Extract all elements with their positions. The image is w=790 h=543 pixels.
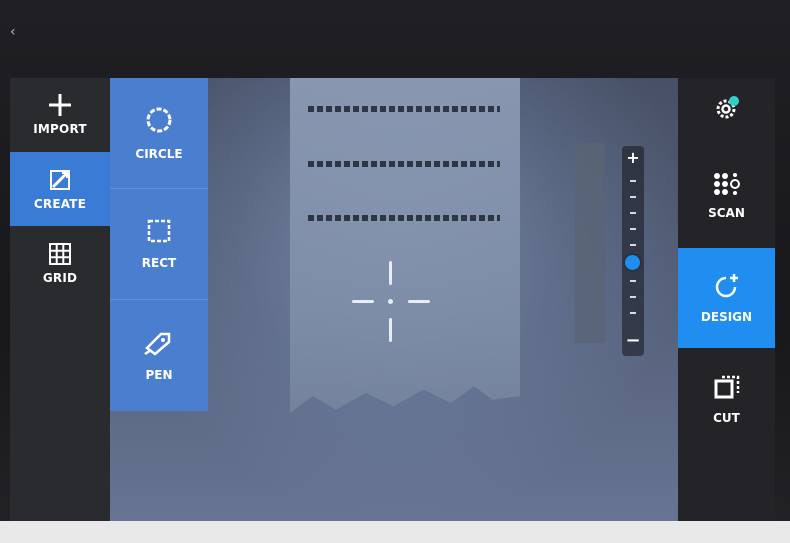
bezel-bottom-edge xyxy=(0,521,790,543)
tool-pen[interactable]: PEN xyxy=(110,300,208,410)
nav-scan[interactable]: SCAN xyxy=(678,146,775,246)
zoom-in-button[interactable]: + xyxy=(622,148,644,167)
zoom-tick xyxy=(630,212,636,214)
create-tools-panel: CIRCLE RECT PEN xyxy=(110,78,208,411)
shape-edit-icon xyxy=(47,167,73,193)
zoom-tick xyxy=(630,312,636,314)
nav-create[interactable]: CREATE xyxy=(10,152,110,226)
crosshair-top-arm xyxy=(389,261,392,285)
grid-icon xyxy=(47,241,73,267)
zoom-tick xyxy=(630,196,636,198)
nav-design-label: DESIGN xyxy=(700,310,753,324)
design-icon xyxy=(713,272,741,304)
scan-icon xyxy=(713,172,741,200)
zoom-tick xyxy=(630,244,636,246)
background-object xyxy=(575,143,605,343)
nav-create-label: CREATE xyxy=(33,197,87,211)
right-nav: SCAN DESIGN CUT xyxy=(678,78,775,523)
crosshair-right-arm xyxy=(408,300,430,303)
material-sheet xyxy=(290,78,520,413)
tool-rect-label: RECT xyxy=(141,256,177,270)
plus-icon xyxy=(47,92,73,118)
pen-icon xyxy=(143,328,175,360)
zoom-out-button[interactable]: − xyxy=(622,330,644,351)
crosshair-center xyxy=(388,299,393,304)
crosshair-bottom-arm xyxy=(389,318,392,342)
tool-circle-label: CIRCLE xyxy=(135,147,183,161)
nav-cut-label: CUT xyxy=(713,411,740,425)
rectangle-icon xyxy=(146,218,172,248)
zoom-slider-knob[interactable] xyxy=(625,255,640,270)
nav-grid-label: GRID xyxy=(42,271,78,285)
zoom-slider[interactable]: + − xyxy=(622,146,644,356)
scan-line xyxy=(308,106,500,112)
circle-icon xyxy=(144,105,174,139)
crosshair-left-arm xyxy=(352,300,374,303)
nav-import-label: IMPORT xyxy=(33,122,87,136)
gear-icon xyxy=(712,93,742,127)
scan-line xyxy=(308,161,500,167)
left-nav: IMPORT CREATE GRID xyxy=(10,78,110,523)
nav-scan-label: SCAN xyxy=(708,206,745,220)
settings-button[interactable] xyxy=(678,78,775,142)
tool-circle[interactable]: CIRCLE xyxy=(110,78,208,189)
zoom-tick xyxy=(630,280,636,282)
bezel-mark: ‹ xyxy=(10,24,16,40)
zoom-tick xyxy=(630,180,636,182)
zoom-tick xyxy=(630,228,636,230)
nav-design[interactable]: DESIGN xyxy=(678,248,775,348)
tool-rect[interactable]: RECT xyxy=(110,189,208,300)
device-screen: ::·:··: IMPORT CREATE GRID CI xyxy=(10,78,775,523)
zoom-tick xyxy=(630,296,636,298)
nav-cut[interactable]: CUT xyxy=(678,350,775,450)
cut-icon xyxy=(714,375,740,405)
nav-grid[interactable]: GRID xyxy=(10,228,110,298)
scan-line xyxy=(308,215,500,221)
nav-import[interactable]: IMPORT xyxy=(10,78,110,150)
tool-pen-label: PEN xyxy=(145,368,173,382)
